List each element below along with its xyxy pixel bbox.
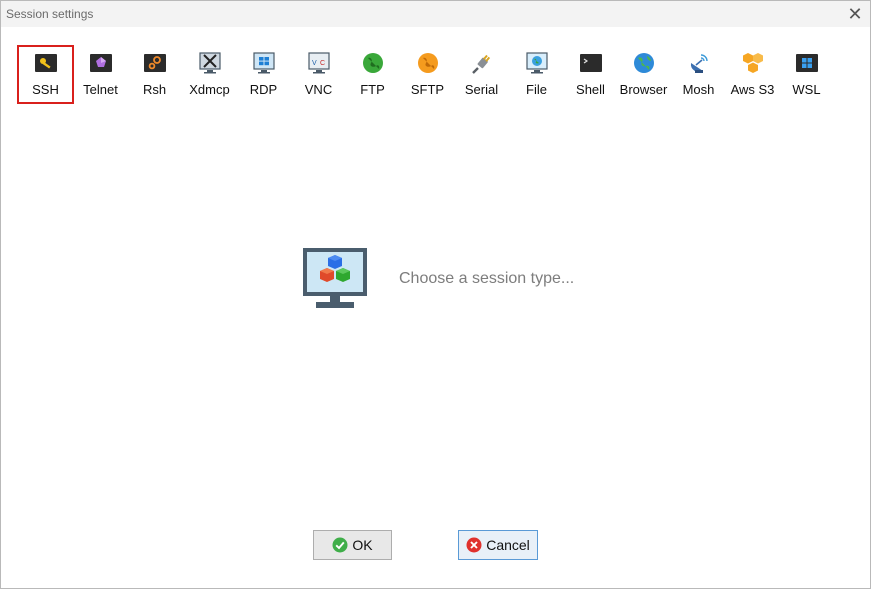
close-button[interactable]: ✕ (844, 3, 866, 25)
cancel-button[interactable]: Cancel (458, 530, 538, 560)
session-type-label: Rsh (142, 82, 167, 97)
session-type-shell[interactable]: Shell (562, 45, 619, 104)
session-type-label: RDP (249, 82, 278, 97)
session-type-label: Telnet (83, 82, 118, 97)
svg-text:V: V (312, 60, 317, 67)
ssh-icon (34, 54, 57, 72)
session-type-label: Mosh (682, 82, 715, 97)
session-type-label: SFTP (410, 82, 445, 97)
cancel-icon (466, 537, 482, 553)
session-type-mosh[interactable]: Mosh (670, 45, 727, 104)
session-type-label: SSH (32, 82, 59, 97)
file-icon (525, 52, 548, 74)
session-type-vnc[interactable]: V C VNC (290, 45, 347, 104)
session-type-label: VNC (304, 82, 333, 97)
session-type-wsl[interactable]: WSL (778, 45, 835, 104)
session-type-telnet[interactable]: Telnet (72, 45, 129, 104)
vnc-icon: V C (307, 52, 330, 74)
session-type-rdp[interactable]: RDP (235, 45, 292, 104)
mosh-icon (690, 54, 708, 73)
session-type-label: File (526, 82, 547, 97)
window-title: Session settings (6, 7, 94, 21)
session-placeholder-icon (303, 248, 367, 308)
session-type-label: Xdmcp (189, 82, 230, 97)
checkmark-icon (332, 537, 348, 553)
session-type-label: Shell (576, 82, 605, 97)
cancel-button-label: Cancel (486, 537, 530, 553)
session-type-browser[interactable]: Browser (615, 45, 672, 104)
ok-button[interactable]: OK (313, 530, 392, 560)
session-settings-window: Session settings ✕ SSH Telnet Rsh Xdmcp … (0, 0, 871, 589)
sftp-icon (417, 53, 438, 73)
session-type-xdmcp[interactable]: Xdmcp (181, 45, 238, 104)
shell-icon (579, 54, 602, 72)
choose-session-prompt: Choose a session type... (399, 270, 575, 287)
session-type-serial[interactable]: Serial (453, 45, 510, 104)
session-type-label: WSL (792, 82, 821, 97)
rdp-icon (252, 52, 275, 74)
telnet-icon (89, 54, 112, 72)
svg-text:C: C (320, 60, 325, 67)
aws-s3-icon (742, 53, 763, 73)
ok-button-label: OK (352, 537, 373, 553)
browser-icon (633, 53, 654, 73)
title-bar: Session settings ✕ (1, 1, 870, 27)
close-icon: ✕ (847, 4, 863, 24)
session-type-label: FTP (360, 82, 385, 97)
session-type-label: Serial (464, 82, 499, 97)
session-type-file[interactable]: File (508, 45, 565, 104)
wsl-icon (795, 54, 818, 72)
serial-icon (471, 54, 490, 74)
xdmcp-icon (198, 52, 221, 74)
session-type-aws-s3[interactable]: Aws S3 (724, 45, 781, 104)
ftp-icon (362, 53, 383, 73)
rsh-icon (143, 54, 166, 72)
session-type-ssh[interactable]: SSH (17, 45, 74, 104)
session-type-label: Browser (619, 82, 668, 97)
session-type-ftp[interactable]: FTP (344, 45, 401, 104)
session-type-rsh[interactable]: Rsh (126, 45, 183, 104)
session-type-label: Aws S3 (730, 82, 775, 97)
session-type-sftp[interactable]: SFTP (399, 45, 456, 104)
